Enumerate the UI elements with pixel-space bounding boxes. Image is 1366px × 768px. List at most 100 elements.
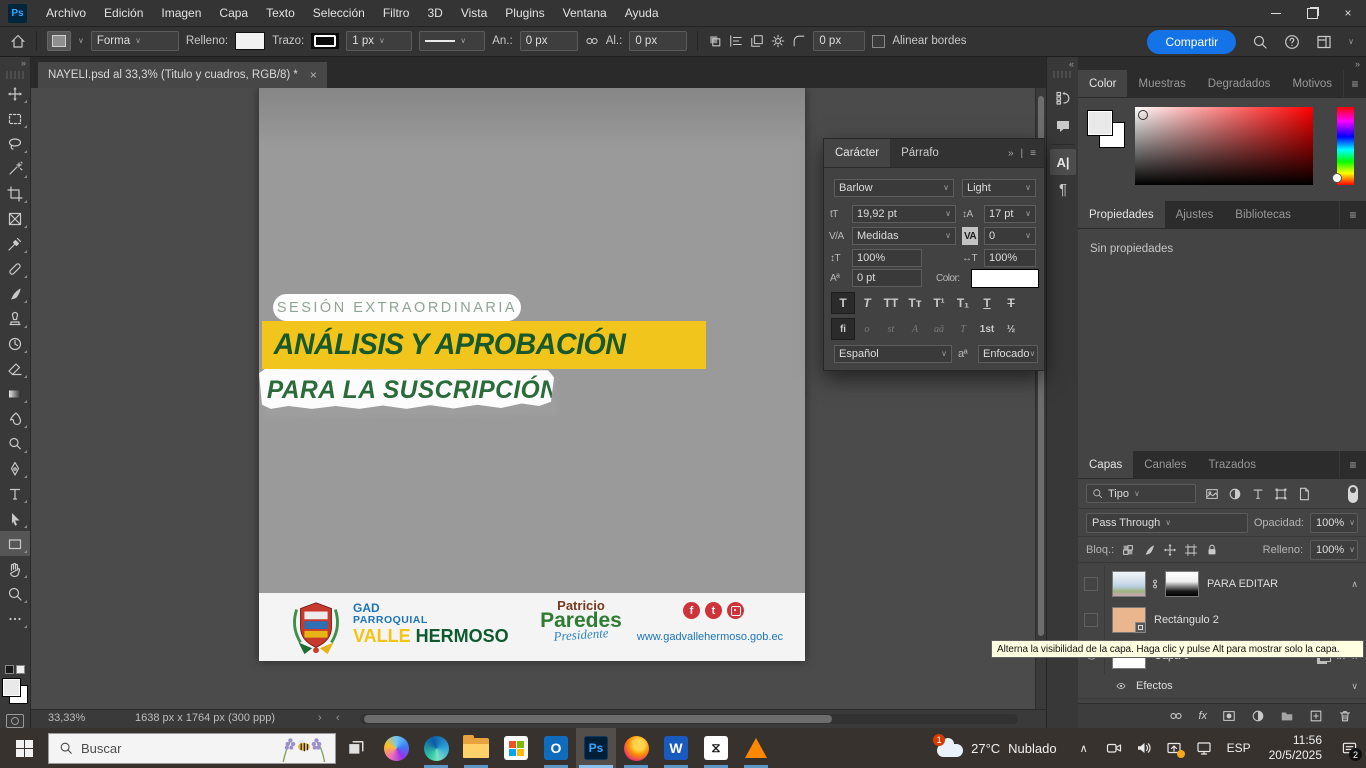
corner-radius-input[interactable]: 0 px bbox=[813, 31, 865, 51]
tool-eraser[interactable] bbox=[0, 356, 30, 381]
antialias-select[interactable]: Enfocado ∨ bbox=[978, 345, 1038, 363]
foreground-color-swatch[interactable] bbox=[2, 678, 21, 697]
tool-healing[interactable] bbox=[0, 256, 30, 281]
font-size-select[interactable]: 19,92 pt ∨ bbox=[852, 205, 956, 223]
foreground-background-swatches[interactable] bbox=[2, 678, 28, 704]
gear-icon[interactable] bbox=[771, 34, 785, 48]
stroke-width-select[interactable]: 1 px ∨ bbox=[346, 31, 412, 51]
char-ligatures-button[interactable]: fi bbox=[832, 319, 854, 339]
shape-height-input[interactable]: 0 px bbox=[629, 31, 687, 51]
path-arrangement-icon[interactable] bbox=[750, 34, 764, 48]
firefox-button[interactable] bbox=[616, 728, 656, 768]
task-view-button[interactable] bbox=[336, 728, 376, 768]
new-layer-icon[interactable] bbox=[1309, 709, 1323, 723]
update-status-icon[interactable] bbox=[1162, 728, 1186, 768]
outlook-button[interactable]: O bbox=[536, 728, 576, 768]
default-swap-colors-icon[interactable] bbox=[0, 665, 30, 674]
tool-zoom[interactable] bbox=[0, 581, 30, 606]
tool-preset-icon[interactable] bbox=[47, 31, 71, 51]
tool-eyedropper[interactable] bbox=[0, 231, 30, 256]
layer-thumbnail[interactable] bbox=[1112, 607, 1146, 633]
edge-button[interactable] bbox=[416, 728, 456, 768]
font-family-select[interactable]: Barlow ∨ bbox=[834, 179, 954, 197]
align-edges-checkbox[interactable] bbox=[872, 35, 885, 48]
tab-ajustes[interactable]: Ajustes bbox=[1165, 201, 1225, 228]
tool-lasso[interactable] bbox=[0, 131, 30, 156]
hue-slider[interactable] bbox=[1337, 107, 1354, 185]
tab-close-icon[interactable]: × bbox=[310, 68, 317, 82]
volume-icon[interactable] bbox=[1132, 728, 1156, 768]
collapse-group-icon[interactable]: ∧ bbox=[1351, 579, 1366, 590]
tab-muestras[interactable]: Muestras bbox=[1127, 70, 1196, 97]
layer-visibility-toggle[interactable] bbox=[1078, 566, 1105, 602]
lock-all-icon[interactable] bbox=[1205, 543, 1219, 557]
layer-name[interactable]: Rectángulo 2 bbox=[1154, 614, 1219, 626]
scroll-left-icon[interactable]: ‹ bbox=[336, 712, 340, 724]
path-alignment-icon[interactable] bbox=[729, 34, 743, 48]
tool-crop[interactable] bbox=[0, 181, 30, 206]
hue-slider-marker[interactable] bbox=[1332, 173, 1342, 183]
tab-parrafo[interactable]: Párrafo bbox=[890, 139, 950, 167]
language-indicator[interactable]: ESP bbox=[1219, 741, 1259, 755]
opacity-select[interactable]: 100% ∨ bbox=[1310, 513, 1358, 533]
paragraph-panel-button[interactable]: ¶ bbox=[1047, 175, 1079, 203]
new-adjustment-layer-icon[interactable] bbox=[1251, 709, 1265, 723]
tab-propiedades[interactable]: Propiedades bbox=[1078, 201, 1165, 228]
tab-capas[interactable]: Capas bbox=[1078, 451, 1133, 478]
tool-pen[interactable] bbox=[0, 456, 30, 481]
color-picker-marker[interactable] bbox=[1138, 110, 1148, 120]
effects-row[interactable]: Efectos ∨ bbox=[1078, 674, 1366, 699]
toolbar-expand-icon[interactable]: » bbox=[21, 58, 26, 68]
weather-widget[interactable]: 1 27°C Nublado bbox=[925, 728, 1068, 768]
char-underline-button[interactable]: T bbox=[976, 293, 998, 313]
char-stylistic-alternates-button[interactable]: st bbox=[880, 319, 902, 339]
tool-frame[interactable] bbox=[0, 206, 30, 231]
menu-plugins[interactable]: Plugins bbox=[496, 0, 553, 26]
vertical-scale-input[interactable]: 100% bbox=[852, 249, 922, 267]
lock-image-pixels-icon[interactable] bbox=[1142, 543, 1156, 557]
stroke-swatch[interactable] bbox=[311, 33, 339, 49]
layers-panel-menu-icon[interactable]: ≡ bbox=[1339, 451, 1366, 478]
tool-hand[interactable] bbox=[0, 556, 30, 581]
link-dimensions-icon[interactable] bbox=[585, 34, 599, 48]
char-contextual-alternates-button[interactable]: aā bbox=[928, 319, 950, 339]
saturation-brightness-field[interactable] bbox=[1135, 107, 1313, 185]
kerning-select[interactable]: Medidas ∨ bbox=[852, 227, 956, 245]
blend-mode-select[interactable]: Pass Through ∨ bbox=[1086, 513, 1248, 533]
help-icon[interactable] bbox=[1284, 34, 1300, 50]
menu-vista[interactable]: Vista bbox=[452, 0, 496, 26]
char-superscript-button[interactable]: T¹ bbox=[928, 293, 950, 313]
chevron-down-icon[interactable]: ∨ bbox=[1351, 681, 1366, 692]
tool-move[interactable] bbox=[0, 81, 30, 106]
close-button[interactable]: × bbox=[1330, 0, 1366, 26]
tool-type[interactable] bbox=[0, 481, 30, 506]
menu-capa[interactable]: Capa bbox=[210, 0, 257, 26]
minimize-button[interactable] bbox=[1258, 0, 1294, 26]
leading-select[interactable]: 17 pt ∨ bbox=[984, 205, 1036, 223]
char-ordinals-button[interactable]: 1st bbox=[976, 319, 998, 339]
character-panel-menu-icon[interactable]: ≡ bbox=[1030, 148, 1036, 159]
layer-style-icon[interactable]: fx bbox=[1198, 710, 1207, 722]
filter-toggle[interactable] bbox=[1348, 485, 1358, 503]
copilot-button[interactable] bbox=[376, 728, 416, 768]
comments-panel-button[interactable] bbox=[1047, 112, 1079, 140]
layer-filter-select[interactable]: Tipo ∨ bbox=[1086, 484, 1196, 503]
layer-row-rectangulo-2[interactable]: Rectángulo 2 bbox=[1078, 602, 1366, 639]
tool-more[interactable] bbox=[0, 606, 30, 631]
tool-preset-chevron-icon[interactable]: ∨ bbox=[78, 37, 84, 45]
properties-panel-menu-icon[interactable]: ≡ bbox=[1339, 201, 1366, 228]
layer-name[interactable]: PARA EDITAR bbox=[1207, 578, 1278, 590]
filter-shape-layers-icon[interactable] bbox=[1274, 487, 1288, 501]
menu-imagen[interactable]: Imagen bbox=[152, 0, 210, 26]
lock-position-icon[interactable] bbox=[1163, 543, 1177, 557]
path-operations-icon[interactable] bbox=[708, 34, 722, 48]
color-swatches[interactable] bbox=[1087, 110, 1127, 150]
tool-history-brush[interactable] bbox=[0, 331, 30, 356]
mask-link-icon[interactable] bbox=[1149, 577, 1161, 591]
start-button[interactable] bbox=[0, 728, 48, 768]
restore-button[interactable] bbox=[1294, 0, 1330, 26]
delete-layer-icon[interactable] bbox=[1338, 709, 1352, 723]
capcut-button[interactable]: ⧖ bbox=[696, 728, 736, 768]
color-panel-menu-icon[interactable]: ≡ bbox=[1343, 70, 1366, 97]
language-select[interactable]: Español ∨ bbox=[834, 345, 952, 363]
